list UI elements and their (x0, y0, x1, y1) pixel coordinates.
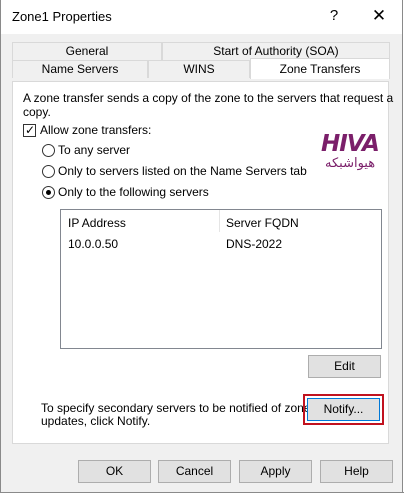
radio-following-servers-label[interactable]: Only to the following servers (58, 185, 209, 199)
description-line-2: copy. (23, 105, 51, 119)
tab-zone-transfers[interactable]: Zone Transfers (250, 58, 390, 79)
tab-general[interactable]: General (12, 42, 162, 60)
dialog-title: Zone1 Properties (12, 9, 112, 24)
edit-button[interactable]: Edit (308, 355, 381, 378)
window-border-right (402, 0, 403, 493)
notify-text-line-2: updates, click Notify. (41, 414, 151, 428)
radio-any-server-label[interactable]: To any server (58, 143, 130, 157)
row-ip-address: 10.0.0.50 (68, 237, 119, 251)
title-bar: Zone1 Properties ? ✕ (1, 0, 402, 34)
table-row[interactable]: 10.0.0.50 DNS-2022 (61, 232, 381, 252)
close-icon[interactable]: ✕ (361, 2, 397, 30)
checkmark-icon: ✓ (25, 123, 36, 137)
allow-transfers-checkbox[interactable]: ✓ (23, 123, 36, 137)
tab-wins[interactable]: WINS (148, 60, 250, 78)
column-header-fqdn[interactable]: Server FQDN (226, 216, 299, 230)
logo-subtitle: هیواشبکه (325, 156, 376, 171)
tab-name-servers[interactable]: Name Servers (12, 60, 148, 78)
cancel-button[interactable]: Cancel (158, 460, 231, 483)
allow-transfers-label[interactable]: Allow zone transfers: (40, 123, 151, 137)
column-header-ip[interactable]: IP Address (68, 216, 126, 230)
description-line-1: A zone transfer sends a copy of the zone… (23, 91, 394, 105)
notify-text-line-1: To specify secondary servers to be notif… (41, 401, 311, 415)
help-icon[interactable]: ? (319, 2, 349, 30)
radio-name-servers[interactable] (42, 165, 55, 178)
radio-following-servers[interactable] (42, 186, 55, 199)
row-server-fqdn: DNS-2022 (226, 237, 283, 251)
help-button[interactable]: Help (320, 460, 393, 483)
ok-button[interactable]: OK (78, 460, 151, 483)
column-divider[interactable] (219, 210, 220, 232)
radio-any-server[interactable] (42, 144, 55, 157)
apply-button[interactable]: Apply (239, 460, 312, 483)
properties-dialog: Zone1 Properties ? ✕ General Start of Au… (0, 0, 404, 493)
window-border-left (0, 0, 1, 493)
notify-button[interactable]: Notify... (307, 398, 380, 421)
radio-selected-dot (46, 190, 51, 195)
logo-mark: HIVA (321, 131, 380, 157)
hiva-logo: HIVA هیواشبکه (321, 131, 387, 173)
zone-transfers-panel: A zone transfer sends a copy of the zone… (12, 81, 393, 444)
radio-name-servers-label[interactable]: Only to servers listed on the Name Serve… (58, 164, 307, 178)
server-list[interactable]: IP Address Server FQDN 10.0.0.50 DNS-202… (60, 209, 382, 349)
